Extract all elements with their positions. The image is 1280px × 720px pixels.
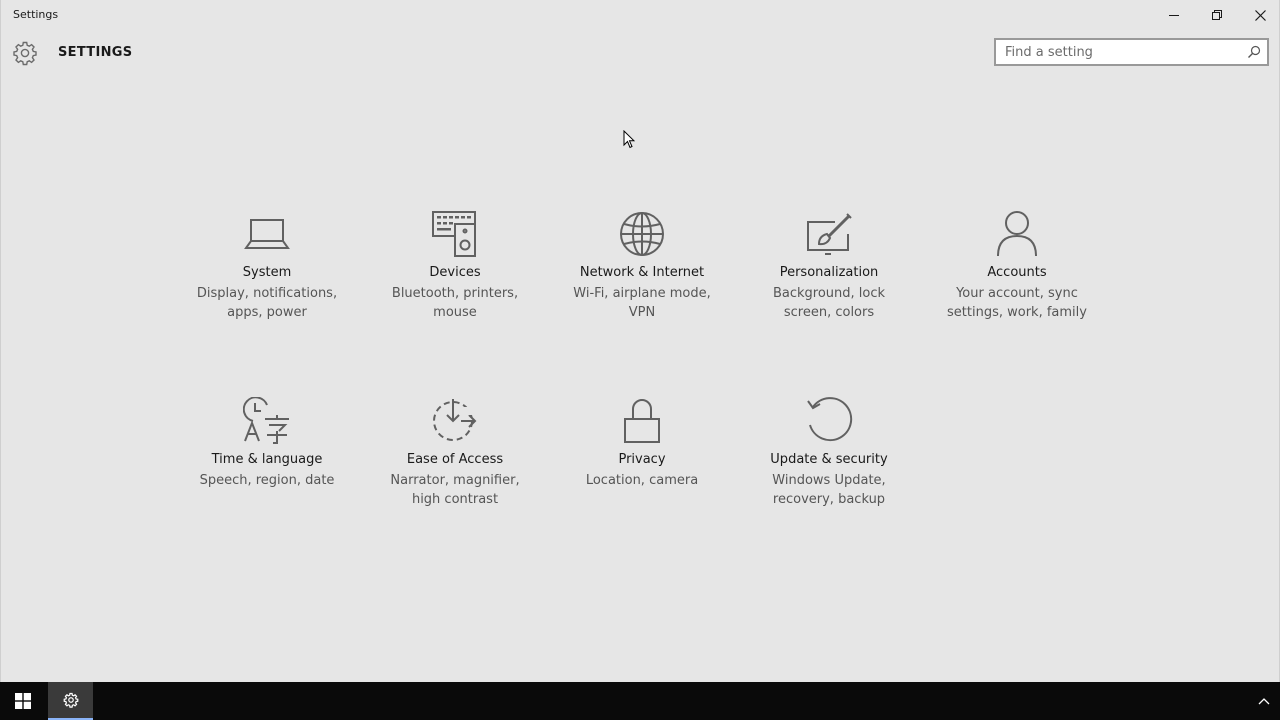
category-name: System	[242, 265, 292, 280]
personalization-icon	[807, 213, 852, 255]
category-description: Location, camera	[585, 473, 699, 488]
search-icon[interactable]	[1247, 45, 1261, 59]
category-update-security[interactable]: Update & security Windows Update, recove…	[744, 397, 914, 527]
start-button[interactable]	[0, 682, 46, 720]
category-name: Privacy	[618, 452, 666, 467]
close-icon	[1254, 9, 1266, 21]
category-description: Bluetooth, printers, mouse	[391, 286, 519, 320]
taskbar	[0, 682, 1280, 720]
person-icon	[997, 211, 1037, 257]
ease-of-access-icon	[433, 399, 479, 441]
search-input[interactable]	[996, 40, 1245, 64]
show-hidden-icons-button[interactable]	[1252, 682, 1276, 720]
mouse-cursor-icon	[623, 130, 635, 149]
windows-logo-icon	[15, 693, 31, 709]
globe-icon	[620, 212, 664, 256]
window-title: Settings	[13, 8, 59, 21]
title-bar[interactable]: Settings	[1, 0, 1279, 30]
chevron-up-icon	[1258, 698, 1270, 705]
category-description: Narrator, magnifier, high contrast	[390, 473, 520, 507]
category-name: Time & language	[211, 452, 323, 467]
category-personalization[interactable]: Personalization Background, lock screen,…	[744, 210, 914, 340]
category-privacy[interactable]: Privacy Location, camera	[557, 397, 727, 527]
category-description: Wi-Fi, airplane mode, VPN	[573, 286, 711, 320]
category-devices[interactable]: Devices Bluetooth, printers, mouse	[370, 210, 540, 340]
category-system[interactable]: System Display, notifications, apps, pow…	[182, 210, 352, 340]
category-ease-of-access[interactable]: Ease of Access Narrator, magnifier, high…	[370, 397, 540, 527]
category-name: Network & Internet	[579, 265, 705, 280]
category-time-language[interactable]: Time & language Speech, region, date	[182, 397, 352, 527]
minimize-button[interactable]	[1152, 0, 1196, 30]
category-name: Ease of Access	[406, 452, 504, 467]
category-description: Background, lock screen, colors	[772, 286, 886, 320]
category-name: Update & security	[770, 452, 888, 467]
gear-icon	[63, 692, 78, 708]
restore-icon	[1212, 10, 1222, 20]
category-description: Your account, sync settings, work, famil…	[947, 286, 1087, 320]
devices-icon	[432, 211, 476, 257]
search-box[interactable]	[994, 38, 1269, 66]
category-description: Speech, region, date	[199, 473, 335, 488]
close-button[interactable]	[1238, 0, 1280, 30]
taskbar-settings-app[interactable]	[48, 682, 93, 720]
category-network-internet[interactable]: Network & Internet Wi-Fi, airplane mode,…	[557, 210, 727, 340]
update-icon	[807, 397, 853, 442]
restore-button[interactable]	[1195, 0, 1239, 30]
category-name: Personalization	[779, 265, 879, 280]
minimize-icon	[1169, 15, 1179, 16]
category-name: Accounts	[987, 265, 1047, 280]
category-description: Display, notifications, apps, power	[196, 286, 338, 320]
page-title: SETTINGS	[58, 45, 133, 60]
time-language-icon	[243, 397, 289, 444]
category-accounts[interactable]: Accounts Your account, sync settings, wo…	[932, 210, 1102, 340]
category-name: Devices	[429, 265, 481, 280]
laptop-icon	[244, 219, 290, 249]
category-description: Windows Update, recovery, backup	[772, 473, 886, 507]
settings-window: Settings SETTINGS Find a setting System …	[0, 0, 1280, 682]
lock-icon	[624, 399, 660, 443]
gear-icon	[13, 41, 37, 66]
